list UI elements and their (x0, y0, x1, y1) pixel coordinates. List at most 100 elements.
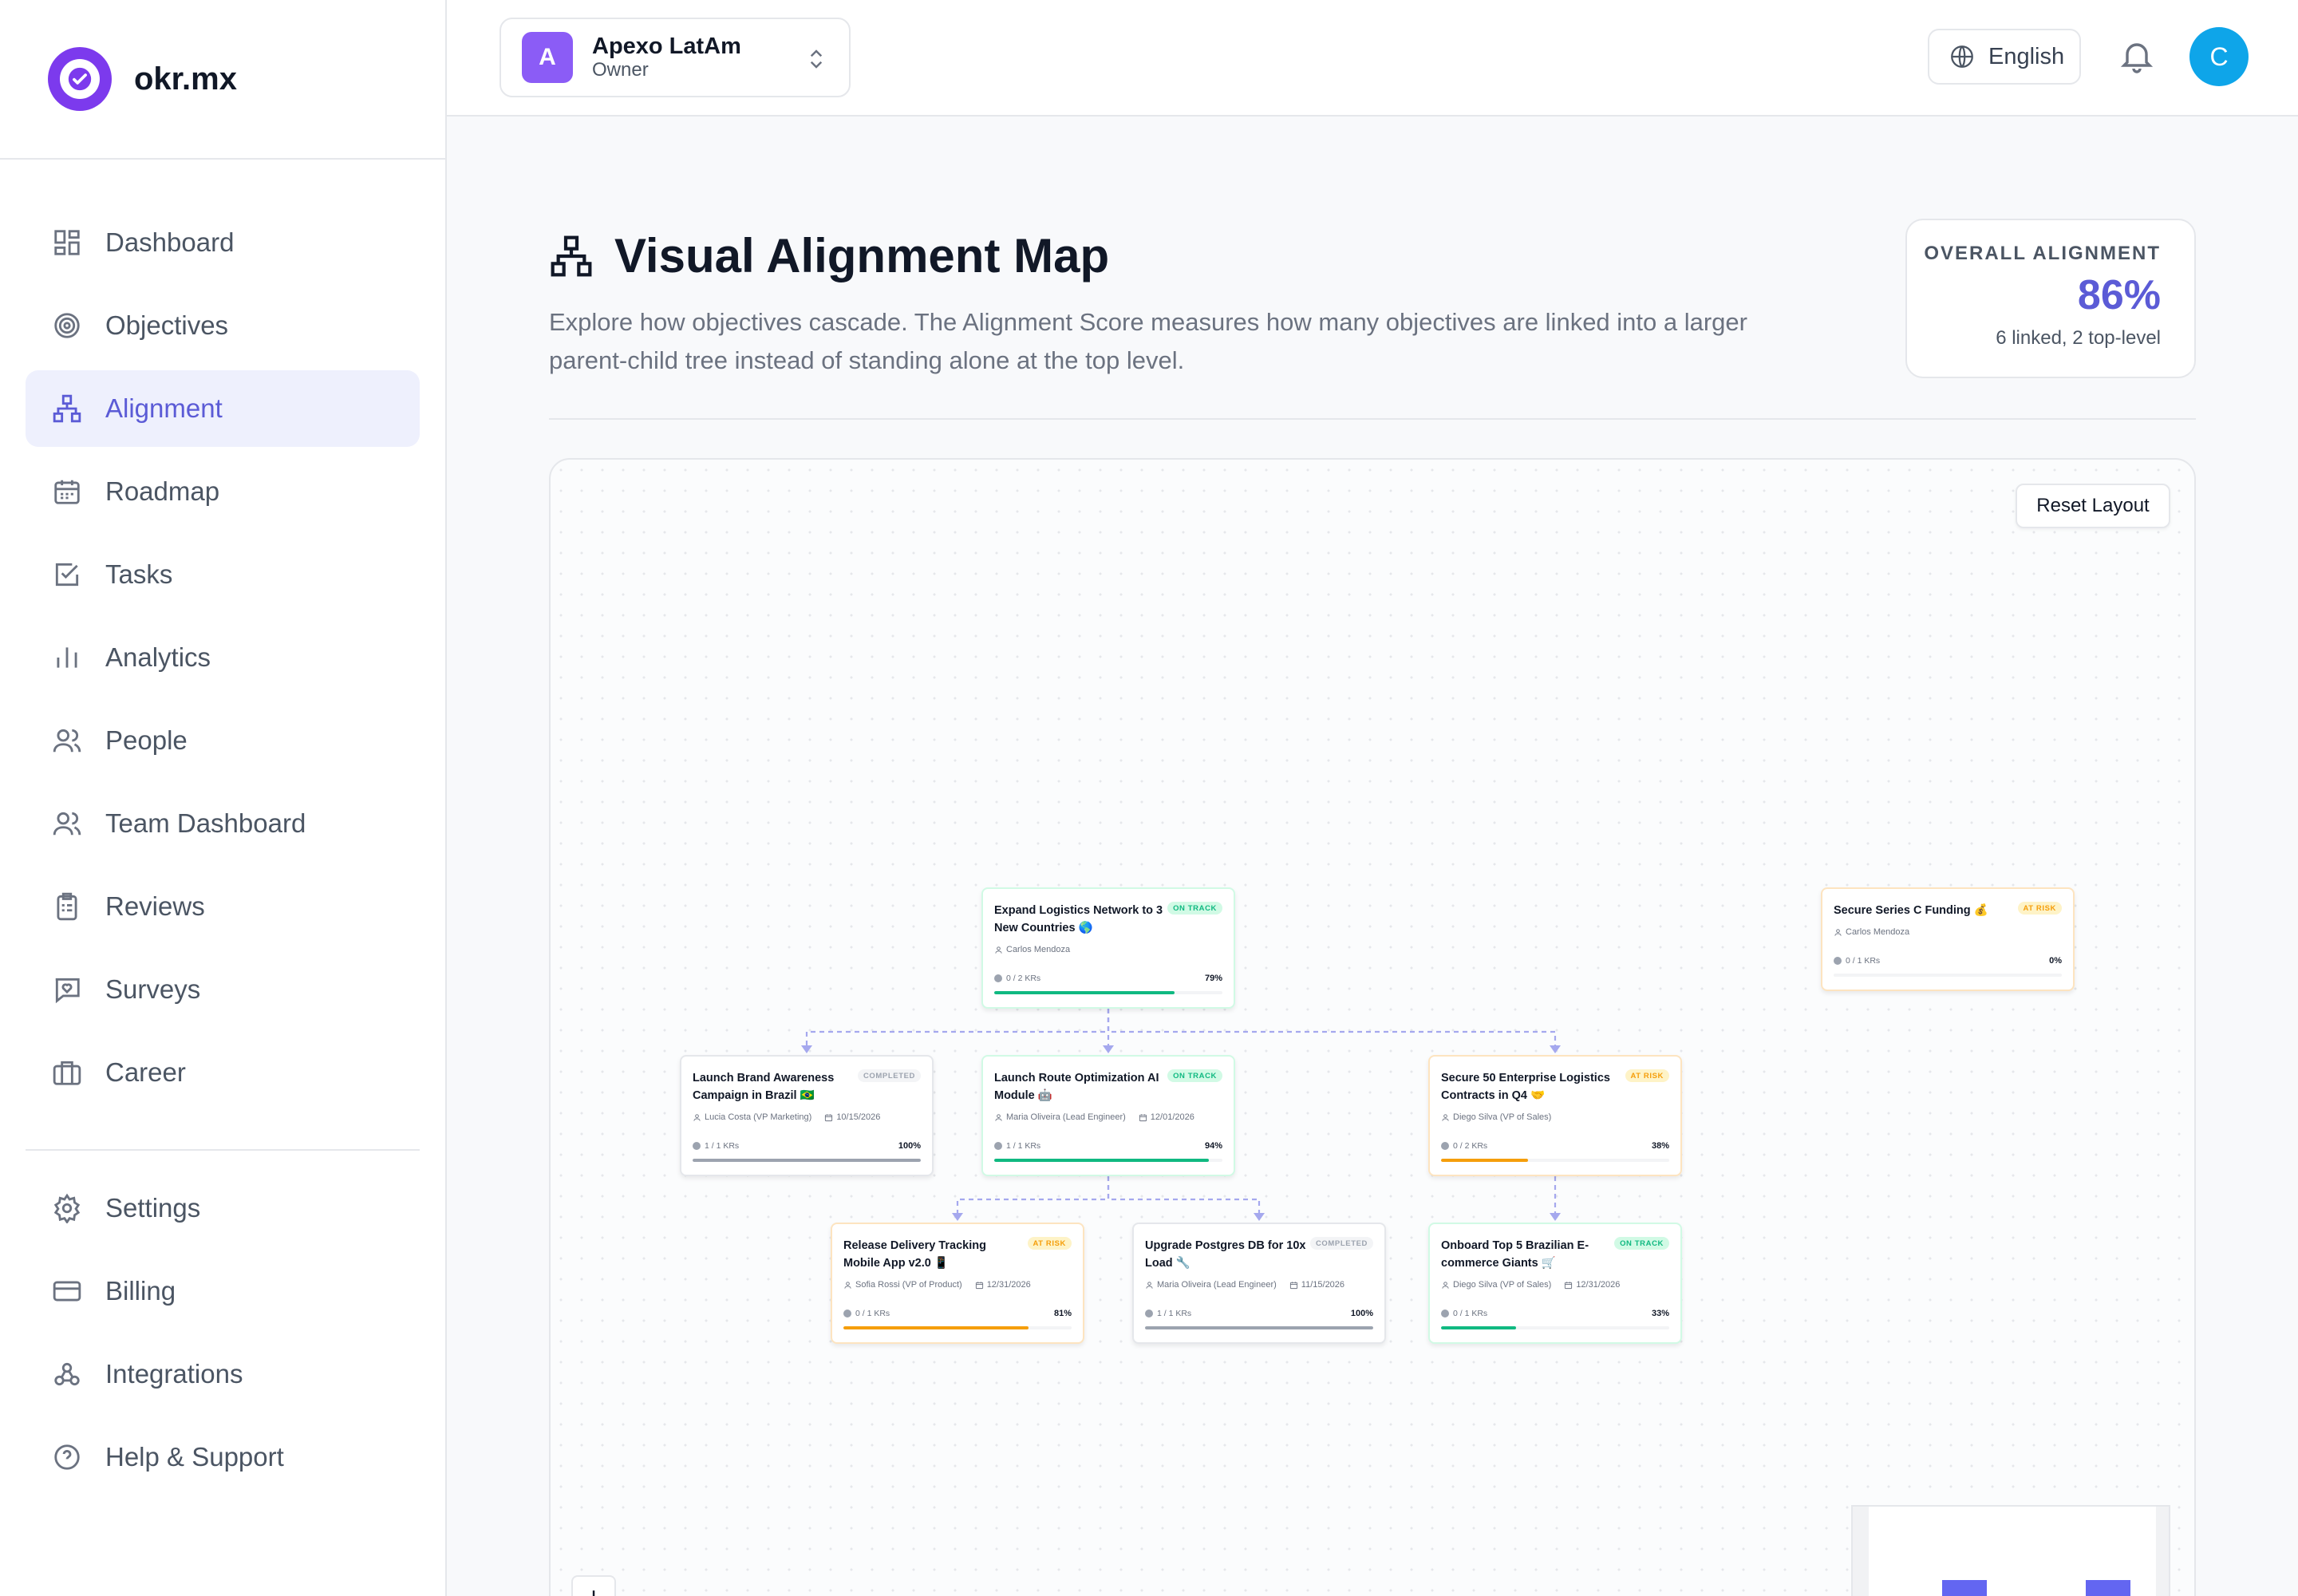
nav-item-objectives[interactable]: Objectives (26, 287, 420, 364)
workspace-switcher[interactable]: A Apexo LatAm Owner (499, 18, 851, 97)
due-date: 12/31/2026 (1576, 1280, 1621, 1290)
zoom-in-button[interactable]: + (571, 1575, 616, 1596)
language-button[interactable]: English (1928, 29, 2081, 85)
objective-card[interactable]: Release Delivery Tracking Mobile App v2.… (831, 1223, 1084, 1344)
workspace-avatar: A (522, 32, 573, 83)
user-icon (1834, 928, 1842, 936)
help-icon (51, 1441, 83, 1473)
calendar-icon (1565, 1281, 1573, 1289)
nav-label: Help & Support (105, 1442, 284, 1472)
page-title: Visual Alignment Map (614, 229, 1110, 282)
nav-item-analytics[interactable]: Analytics (26, 619, 420, 696)
status-badge: ON TRACK (1614, 1237, 1669, 1250)
user-avatar[interactable]: C (2189, 27, 2249, 86)
nav-label: Settings (105, 1193, 201, 1223)
score-value: 86% (2077, 272, 2161, 318)
nav-item-team-dashboard[interactable]: Team Dashboard (26, 785, 420, 862)
progress-fill (843, 1326, 1029, 1329)
nav-item-roadmap[interactable]: Roadmap (26, 453, 420, 530)
topbar: A Apexo LatAm Owner English C (447, 0, 2298, 117)
kr-count: 1 / 1 KRs (1145, 1309, 1191, 1318)
edge-arrowhead (1550, 1213, 1561, 1221)
header-divider (549, 418, 2196, 420)
objective-meta: Diego Silva (VP of Sales) (1441, 1112, 1669, 1122)
survey-icon (51, 974, 83, 1005)
due-date: 10/15/2026 (836, 1112, 881, 1122)
nav-item-surveys[interactable]: Surveys (26, 951, 420, 1028)
nav-label: People (105, 725, 188, 755)
nav-item-help[interactable]: Help & Support (26, 1419, 420, 1495)
objective-card[interactable]: Expand Logistics Network to 3 New Countr… (981, 887, 1235, 1009)
clipboard-icon (51, 891, 83, 922)
progress-bar (1441, 1326, 1669, 1329)
owner-name: Diego Silva (VP of Sales) (1453, 1112, 1552, 1122)
alignment-edge (805, 1009, 1110, 1050)
nav-item-settings[interactable]: Settings (26, 1170, 420, 1246)
reset-layout-button[interactable]: Reset Layout (2016, 484, 2170, 528)
progress-bar (843, 1326, 1072, 1329)
secondary-nav: Settings Billing Integrations Help & Sup… (0, 1170, 445, 1495)
progress-bar (1834, 974, 2062, 977)
objective-card[interactable]: Secure 50 Enterprise Logistics Contracts… (1428, 1055, 1682, 1176)
kr-dot-icon (1145, 1310, 1153, 1317)
status-badge: AT RISK (2017, 902, 2062, 915)
due-date: 11/15/2026 (1301, 1280, 1345, 1290)
owner-name: Sofia Rossi (VP of Product) (855, 1280, 962, 1290)
kr-dot-icon (994, 974, 1002, 982)
nav-item-integrations[interactable]: Integrations (26, 1336, 420, 1412)
nav-item-alignment[interactable]: Alignment (26, 370, 420, 447)
globe-icon (1951, 45, 1973, 68)
nav-label: Team Dashboard (105, 808, 306, 838)
kr-dot-icon (1441, 1142, 1449, 1150)
user-icon (693, 1113, 701, 1121)
progress-bar (994, 991, 1222, 994)
calendar-icon (51, 476, 83, 508)
minimap[interactable] (1851, 1505, 2170, 1596)
kr-count-label: 1 / 1 KRs (1006, 1141, 1041, 1151)
progress-percent: 94% (1204, 1141, 1222, 1151)
chevron-up-down-icon (810, 49, 823, 69)
objective-card[interactable]: Launch Route Optimization AI Module 🤖 ON … (981, 1055, 1235, 1176)
calendar-icon (1289, 1281, 1297, 1289)
nav-item-billing[interactable]: Billing (26, 1253, 420, 1329)
workspace-name: Apexo LatAm (592, 34, 741, 59)
calendar-icon (975, 1281, 983, 1289)
objective-title: Secure Series C Funding 💰 (1834, 904, 1988, 917)
logo-icon (48, 47, 112, 111)
objective-card[interactable]: Upgrade Postgres DB for 10x Load 🔧 COMPLE… (1132, 1223, 1386, 1344)
user-icon (995, 946, 1002, 954)
nav-label: Career (105, 1057, 186, 1087)
kr-dot-icon (994, 1142, 1002, 1150)
team-icon (51, 808, 83, 839)
owner-name: Maria Oliveira (Lead Engineer) (1006, 1112, 1126, 1122)
progress-percent: 81% (1053, 1309, 1072, 1318)
objective-card[interactable]: Secure Series C Funding 💰 AT RISK Carlos M… (1821, 887, 2075, 991)
hierarchy-icon (51, 393, 83, 425)
nav-item-reviews[interactable]: Reviews (26, 868, 420, 945)
edge-arrowhead (952, 1213, 963, 1221)
minimap-node (1942, 1580, 1987, 1596)
brand[interactable]: okr.mx (0, 0, 445, 160)
objective-title: Release Delivery Tracking Mobile App v2.… (843, 1239, 986, 1270)
nav-item-dashboard[interactable]: Dashboard (26, 204, 420, 281)
objective-meta: Sofia Rossi (VP of Product) 12/31/2026 (843, 1280, 1072, 1290)
due-date: 12/01/2026 (1150, 1112, 1194, 1122)
gear-icon (51, 1192, 83, 1224)
kr-count-label: 1 / 1 KRs (705, 1141, 740, 1151)
alignment-score-card: OVERALL ALIGNMENT 86% 6 linked, 2 top-le… (1905, 219, 2196, 378)
nav-item-tasks[interactable]: Tasks (26, 536, 420, 613)
bell-icon[interactable] (2118, 37, 2156, 75)
kr-count-label: 0 / 2 KRs (1453, 1141, 1488, 1151)
nav-item-career[interactable]: Career (26, 1034, 420, 1111)
nav-item-people[interactable]: People (26, 702, 420, 779)
objective-card[interactable]: Onboard Top 5 Brazilian E-commerce Giant… (1428, 1223, 1682, 1344)
progress-bar (994, 1159, 1222, 1162)
kr-count: 0 / 2 KRs (1441, 1141, 1487, 1151)
progress-bar (1441, 1159, 1669, 1162)
objective-card[interactable]: Launch Brand Awareness Campaign in Brazi… (680, 1055, 934, 1176)
alignment-map-canvas[interactable]: Reset Layout + Expand Logistics Network … (549, 458, 2196, 1596)
progress-fill (693, 1159, 921, 1162)
hierarchy-icon (551, 235, 592, 276)
kr-count: 0 / 1 KRs (1441, 1309, 1487, 1318)
progress-bar (693, 1159, 921, 1162)
